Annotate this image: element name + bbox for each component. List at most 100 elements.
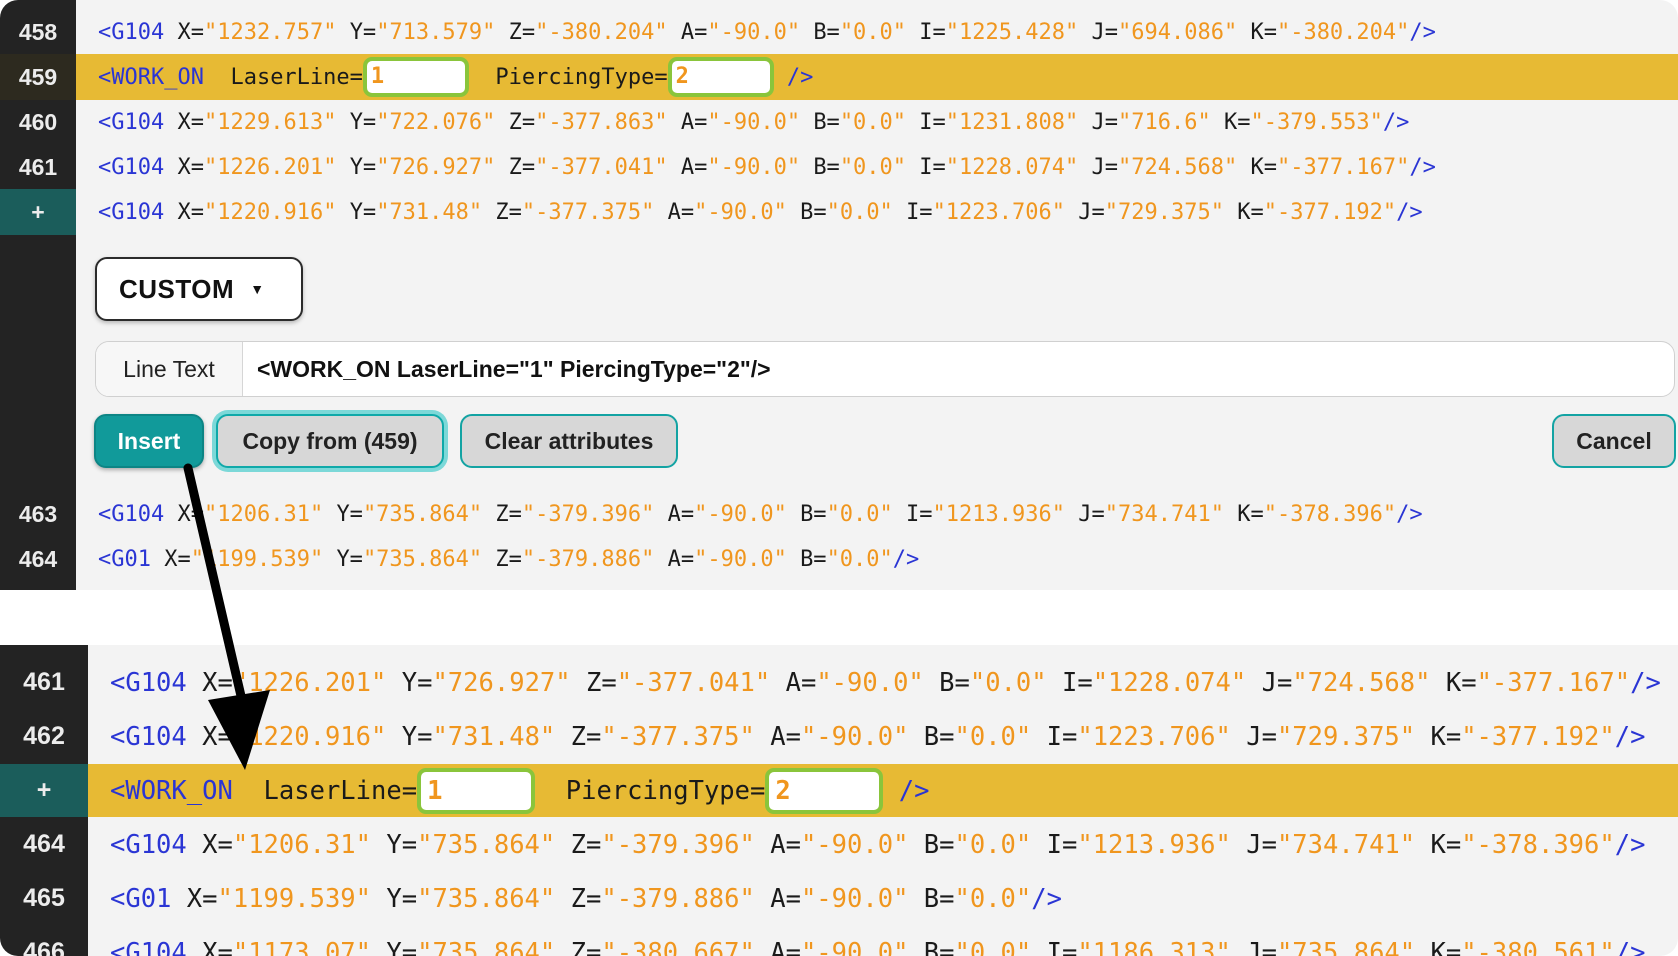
attribute-value: "0.0": [826, 199, 907, 225]
xml-tag: <G104: [110, 937, 203, 956]
code-line[interactable]: + <WORK_ON LaserLine= 1 PiercingType= 2 />: [0, 764, 1678, 817]
line-number: 461: [18, 153, 58, 180]
xml-tag: />: [1614, 937, 1646, 956]
xml-tag: />: [1396, 501, 1423, 527]
code-editor-after: 461 <G104 X= "1226.201" Y= "726.927" Z= "-37…: [0, 645, 1678, 956]
line-text-input[interactable]: <WORK_ON LaserLine="1" PiercingType="2"/…: [243, 342, 1674, 396]
xml-tag: />: [1396, 199, 1423, 225]
attribute-value: "-379.396": [521, 501, 668, 527]
attribute-name: X=: [202, 667, 233, 698]
attribute-name: Y=: [336, 501, 363, 527]
attribute-name: Y=: [349, 199, 377, 225]
code-line[interactable]: 460 <G104 X= "1229.613" Y= "722.076" Z= "-37…: [0, 99, 1678, 145]
attribute-value: "-377.167": [1276, 154, 1410, 180]
code-line[interactable]: 462 <G104 X= "1220.916" Y= "731.48" Z= "-377…: [0, 710, 1678, 763]
attribute-value: "-90.0": [816, 667, 940, 698]
attribute-value: "1186.313": [1077, 937, 1247, 956]
line-number: 464: [18, 545, 58, 572]
attribute-name: Z=: [508, 109, 536, 135]
line-type-dropdown[interactable]: CUSTOM ▼: [95, 257, 303, 321]
attribute-value: "-90.0": [707, 154, 814, 180]
code-line[interactable]: 459 <WORK_ON LaserLine= 1 PiercingType= 2 /…: [0, 54, 1678, 100]
attribute-value: "1199.539": [217, 883, 387, 914]
add-line-icon[interactable]: +: [0, 764, 88, 817]
attribute-value: "716.6": [1118, 109, 1224, 135]
attribute-name: LaserLine=: [263, 775, 418, 806]
attribute-name: I=: [919, 109, 946, 135]
line-number: 464: [23, 830, 65, 858]
attribute-value-input[interactable]: 1: [362, 57, 469, 97]
attribute-name: Z=: [570, 829, 602, 860]
attribute-name: Z=: [585, 667, 617, 698]
code-line[interactable]: 464 <G01 X= "1199.539" Y= "735.864" Z= "-379…: [0, 536, 1678, 582]
attribute-value: "-377.375": [521, 199, 668, 225]
code-line[interactable]: 465 <G01 X= "1199.539" Y= "735.864" Z= "-379…: [0, 872, 1678, 925]
attribute-name: X=: [177, 19, 204, 45]
insert-button[interactable]: Insert: [94, 414, 204, 468]
attribute-value: "729.375": [1104, 199, 1238, 225]
xml-tag: <G104: [110, 667, 203, 698]
attribute-value: "-378.396": [1263, 501, 1397, 527]
code-line[interactable]: + <G104 X= "1220.916" Y= "731.48" Z= "-377.3…: [0, 189, 1678, 235]
attribute-name: B=: [923, 937, 955, 956]
cancel-button[interactable]: Cancel: [1552, 414, 1676, 468]
attribute-name: K=: [1430, 937, 1462, 956]
xml-tag: <G104: [98, 154, 178, 180]
attribute-value: "0.0": [954, 883, 1032, 914]
attribute-value: "1229.613": [203, 109, 350, 135]
line-content: <G01 X= "1199.539" Y= "735.864" Z= "-379.88…: [110, 872, 1062, 925]
code-line[interactable]: 461 <G104 X= "1226.201" Y= "726.927" Z= "-37…: [0, 144, 1678, 190]
attribute-name: K=: [1250, 154, 1277, 180]
code-line[interactable]: 458 <G104 X= "1232.757" Y= "713.579" Z= "-38…: [0, 9, 1678, 55]
line-content: <G104 X= "1226.201" Y= "726.927" Z= "-377.0…: [98, 144, 1436, 190]
attribute-name: A=: [770, 883, 801, 914]
attribute-name: B=: [939, 667, 970, 698]
attribute-value: "-377.192": [1461, 721, 1615, 752]
attribute-name: I=: [1046, 829, 1078, 860]
clear-attributes-button[interactable]: Clear attributes: [460, 414, 678, 468]
attribute-name: B=: [800, 199, 827, 225]
xml-tag: <G104: [110, 721, 203, 752]
line-number: 465: [23, 884, 65, 912]
attribute-value: "-379.886": [521, 546, 668, 572]
add-line-icon[interactable]: +: [0, 189, 76, 235]
code-line[interactable]: 461 <G104 X= "1226.201" Y= "726.927" Z= "-37…: [0, 656, 1678, 709]
attribute-name: I=: [919, 19, 946, 45]
attribute-value: "735.864": [417, 937, 571, 956]
attribute-name: K=: [1237, 199, 1264, 225]
code-line[interactable]: 464 <G104 X= "1206.31" Y= "735.864" Z= "-379…: [0, 818, 1678, 871]
attribute-name: I=: [906, 501, 933, 527]
attribute-value: "1206.31": [232, 829, 387, 860]
code-line[interactable]: 463 <G104 X= "1206.31" Y= "735.864" Z= "-379…: [0, 491, 1678, 537]
attribute-name: I=: [1061, 667, 1093, 698]
line-text-label: Line Text: [96, 342, 243, 396]
attribute-name: X=: [202, 937, 233, 956]
copy-from-button[interactable]: Copy from (459): [216, 414, 444, 468]
xml-tag: <G01: [110, 883, 187, 914]
attribute-name: B=: [923, 883, 955, 914]
xml-tag: <G104: [110, 829, 203, 860]
attribute-value: "1213.936": [1077, 829, 1247, 860]
attribute-value: "724.568": [1118, 154, 1251, 180]
line-content: <G104 X= "1220.916" Y= "731.48" Z= "-377.37…: [98, 189, 1423, 235]
attribute-name: B=: [923, 721, 955, 752]
attribute-name: Y=: [349, 154, 377, 180]
attribute-name: J=: [1261, 667, 1293, 698]
attribute-name: Y=: [386, 829, 418, 860]
attribute-value-input[interactable]: 2: [765, 767, 884, 814]
attribute-name: Z=: [570, 883, 602, 914]
line-insert-editor: CUSTOM ▼ Line Text <WORK_ON LaserLine="1…: [76, 246, 1678, 476]
line-number: 459: [0, 54, 76, 100]
attribute-value-input[interactable]: 2: [667, 57, 774, 97]
line-content: <G01 X= "1199.539" Y= "735.864" Z= "-379.88…: [98, 536, 919, 582]
attribute-name: Z=: [495, 501, 522, 527]
attribute-value: "713.579": [376, 19, 509, 45]
attribute-name: B=: [923, 829, 955, 860]
attribute-value-input[interactable]: 1: [417, 767, 536, 814]
line-content: <G104 X= "1173.07" Y= "735.864" Z= "-380.66…: [110, 926, 1645, 956]
attribute-value: "735.864": [362, 501, 496, 527]
code-line[interactable]: 466 <G104 X= "1173.07" Y= "735.864" Z= "-380…: [0, 926, 1678, 956]
line-content: <G104 X= "1226.201" Y= "726.927" Z= "-377.0…: [110, 656, 1661, 709]
attribute-value: "726.927": [376, 154, 509, 180]
attribute-name: J=: [1246, 721, 1277, 752]
